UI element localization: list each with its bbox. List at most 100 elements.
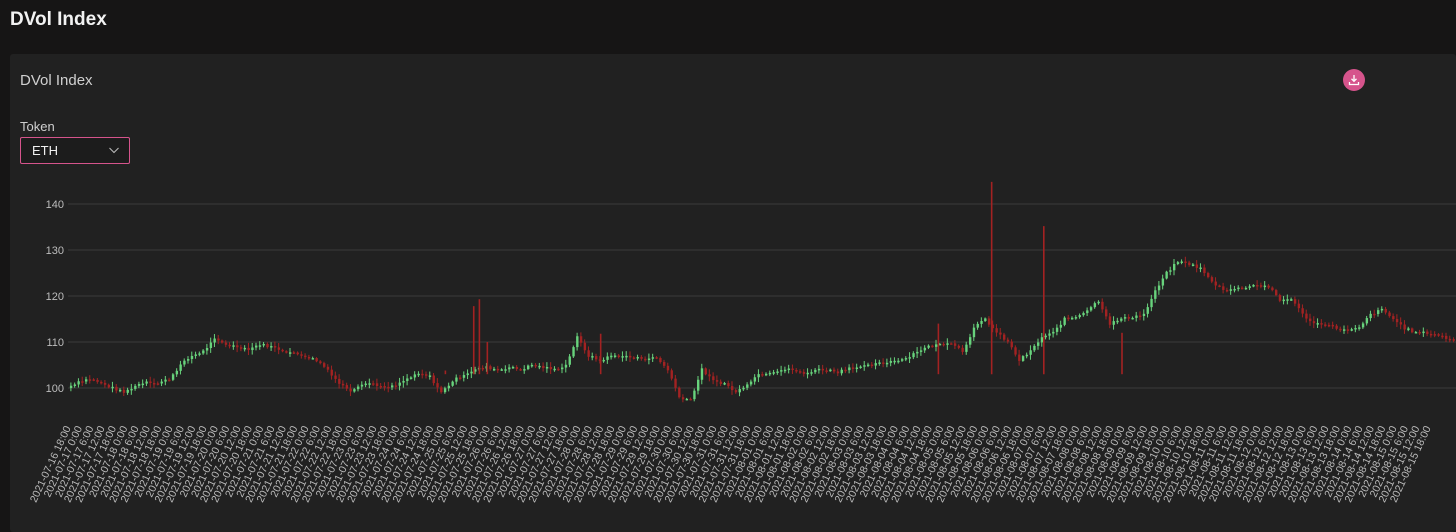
- candle: [481, 367, 485, 370]
- candle: [995, 328, 998, 333]
- candle: [1259, 285, 1263, 287]
- candle: [232, 345, 235, 347]
- candle: [190, 355, 194, 360]
- candle: [141, 383, 145, 386]
- candle: [783, 369, 787, 372]
- candle: [591, 356, 594, 358]
- candle: [1312, 321, 1316, 324]
- candle: [122, 389, 126, 393]
- candle: [425, 374, 428, 376]
- candle: [1233, 288, 1236, 291]
- candle: [360, 384, 364, 387]
- candle: [916, 351, 919, 354]
- candle: [1293, 299, 1297, 304]
- candle: [632, 357, 636, 359]
- candle: [617, 355, 621, 357]
- candle: [1105, 309, 1108, 317]
- candle: [931, 345, 934, 348]
- candle: [198, 353, 201, 355]
- candle: [383, 386, 386, 388]
- candle: [1414, 331, 1418, 334]
- candle: [731, 386, 734, 391]
- candle: [1301, 308, 1304, 314]
- candle: [829, 369, 832, 372]
- candle: [111, 386, 114, 389]
- candle: [345, 385, 349, 389]
- candle: [901, 359, 904, 361]
- candle: [885, 362, 889, 365]
- candle: [436, 383, 439, 388]
- candle: [500, 369, 503, 371]
- candle: [693, 390, 696, 400]
- candle: [455, 377, 458, 382]
- candle: [923, 347, 927, 351]
- candle: [330, 369, 333, 376]
- candle: [579, 336, 583, 343]
- candle: [153, 383, 156, 385]
- candle: [700, 368, 704, 380]
- candle: [882, 362, 885, 364]
- candle: [908, 357, 911, 359]
- candle: [489, 366, 492, 370]
- candle: [1237, 287, 1240, 290]
- candle: [428, 375, 432, 377]
- candle: [1180, 261, 1183, 263]
- candle: [1278, 295, 1282, 301]
- candle: [1388, 312, 1391, 317]
- candle: [1214, 281, 1217, 286]
- candle: [236, 345, 239, 348]
- candle: [164, 379, 167, 382]
- candle: [1448, 338, 1452, 341]
- candle: [1112, 321, 1115, 325]
- candle: [353, 389, 356, 392]
- candle: [1429, 333, 1433, 336]
- candle: [300, 354, 303, 356]
- candle: [387, 386, 390, 389]
- candle: [119, 389, 122, 392]
- candle: [334, 375, 337, 379]
- candle: [1286, 299, 1289, 301]
- candle: [466, 373, 469, 376]
- candle: [1040, 337, 1044, 343]
- candle: [723, 383, 726, 385]
- candle: [1176, 262, 1180, 265]
- candle: [972, 327, 976, 338]
- candle: [1373, 313, 1376, 316]
- candle: [409, 377, 413, 379]
- candle: [1335, 325, 1338, 329]
- candle: [689, 398, 692, 401]
- candle: [613, 355, 617, 357]
- candle: [1218, 285, 1221, 288]
- candle: [840, 369, 843, 374]
- candle: [987, 318, 991, 325]
- candle: [708, 374, 711, 377]
- candle: [221, 340, 224, 343]
- candle: [795, 369, 798, 372]
- candle: [595, 356, 598, 360]
- candle: [273, 346, 277, 348]
- candle: [239, 347, 243, 349]
- candle: [368, 383, 371, 385]
- candle: [1346, 329, 1350, 331]
- candle: [1059, 324, 1063, 328]
- candle: [100, 381, 103, 384]
- candle: [647, 358, 651, 361]
- candle: [685, 398, 689, 401]
- candle: [1025, 354, 1029, 357]
- candle: [493, 368, 496, 371]
- candle: [149, 381, 152, 384]
- candle: [1324, 324, 1327, 326]
- candle: [398, 382, 401, 386]
- candle: [311, 358, 315, 360]
- candle: [432, 375, 435, 384]
- candle: [1014, 347, 1017, 355]
- candle: [1173, 264, 1176, 271]
- candle: [576, 336, 579, 348]
- candle: [292, 352, 296, 354]
- candle: [1411, 328, 1414, 333]
- candle: [572, 347, 575, 357]
- candle: [791, 368, 794, 371]
- candle: [953, 343, 957, 346]
- candle: [757, 374, 760, 378]
- candle: [530, 364, 534, 367]
